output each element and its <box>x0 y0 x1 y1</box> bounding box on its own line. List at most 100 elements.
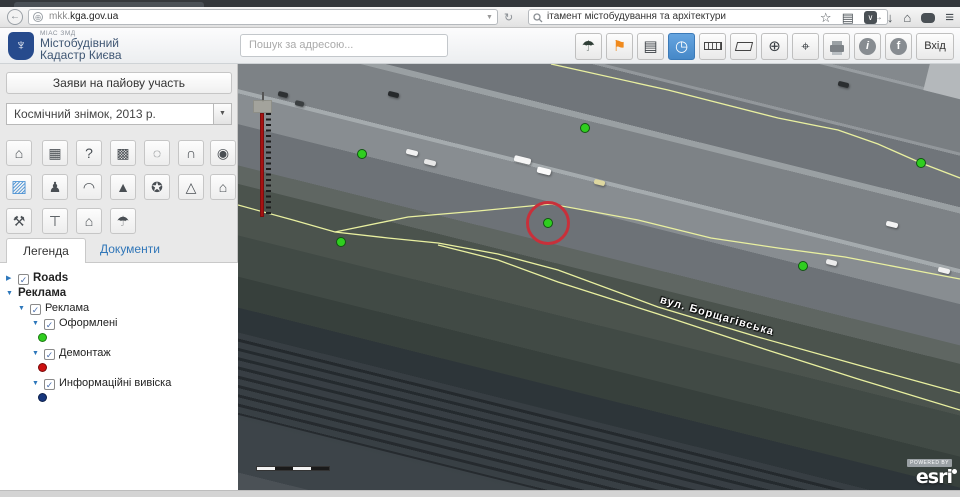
legend-swatch <box>38 363 47 372</box>
reading-list-icon[interactable]: ▤ <box>842 11 854 24</box>
measure-length-button[interactable] <box>699 33 726 60</box>
map-canvas[interactable]: вул. Борщагівська POWERED BY esri <box>238 64 960 490</box>
download-icon[interactable]: ↓ <box>887 11 894 24</box>
tool-shop[interactable]: ⌂ <box>210 174 236 200</box>
chat-icon[interactable] <box>921 13 935 23</box>
tool-tent-icon: △ <box>186 179 197 196</box>
legend-panel: ▶✓Roads▼Реклама▼✓Реклама▼✓Оформлені▼✓Дем… <box>0 263 238 490</box>
zoom-slider-thumb[interactable] <box>253 100 272 113</box>
print-button[interactable] <box>823 33 850 60</box>
measure-area-icon <box>734 42 752 51</box>
reload-icon[interactable]: ↻ <box>504 11 513 24</box>
tool-street-umbrella[interactable]: ☂ <box>110 208 136 234</box>
layer-checkbox[interactable]: ✓ <box>44 349 55 360</box>
crosshair-button[interactable]: ⌖ <box>792 33 819 60</box>
orange-marker-button[interactable]: ⚑ <box>606 33 633 60</box>
advert-point[interactable] <box>917 159 926 168</box>
basemap-select[interactable]: Космічний знімок, 2013 р. ▼ <box>6 103 232 125</box>
tool-kiosk-2[interactable]: ⌂ <box>76 208 102 234</box>
share-participation-button[interactable]: Заяви на пайову участь <box>6 72 232 94</box>
facebook-button[interactable]: f <box>885 33 912 60</box>
tree-arrow-icon[interactable]: ▼ <box>32 376 44 391</box>
advert-point[interactable] <box>544 219 553 228</box>
advert-point[interactable] <box>337 238 346 247</box>
info-button[interactable]: i <box>854 33 881 60</box>
cadastre-line <box>238 204 960 279</box>
tree-arrow-icon[interactable]: ▼ <box>18 301 30 316</box>
zoom-slider-track[interactable] <box>260 113 264 217</box>
clipboard-button[interactable]: ▤ <box>637 33 664 60</box>
tool-obelisk[interactable]: ▲ <box>110 174 136 200</box>
menu-icon[interactable]: ≡ <box>945 10 954 25</box>
tree-arrow-icon[interactable]: ▼ <box>32 316 44 331</box>
tree-arrow-icon[interactable]: ▼ <box>6 286 18 301</box>
legend-layer-row: ▼✓ Демонтаж <box>0 346 238 361</box>
tool-tent[interactable]: △ <box>178 174 204 200</box>
browser-action-icons: ☆ ▤ ∨ ↓ ⌂ ≡ <box>820 7 954 28</box>
tool-kiosk[interactable]: ⌂ <box>6 140 32 166</box>
layer-label[interactable]: Демонтаж <box>59 347 111 359</box>
layer-label[interactable]: Информаційні вивіска <box>59 377 171 389</box>
advert-point[interactable] <box>581 124 590 133</box>
tab-legend[interactable]: Легенда <box>6 238 86 263</box>
tool-map-layers[interactable]: ▨ <box>6 174 32 200</box>
navigation-compass-button[interactable]: ◷ <box>668 33 695 60</box>
home-icon[interactable]: ⌂ <box>903 11 911 24</box>
basemap-dropdown-icon[interactable]: ▼ <box>213 104 231 124</box>
layer-label[interactable]: Roads <box>33 272 68 284</box>
login-button[interactable]: Вхід <box>916 33 954 60</box>
app-logo: ♆ <box>8 32 34 60</box>
tool-selection[interactable]: ◌ <box>144 140 170 166</box>
search-icon <box>533 13 543 23</box>
layer-label[interactable]: Реклама <box>18 287 66 299</box>
app-brand: МІАС ЗМД Містобудівний Кадастр Києва <box>40 30 122 61</box>
tree-arrow-icon[interactable]: ▼ <box>32 346 44 361</box>
tool-arch-icon: ∩ <box>186 145 196 161</box>
bookmark-star-icon[interactable]: ☆ <box>820 11 832 24</box>
scale-bar-segment <box>275 467 293 470</box>
layer-checkbox[interactable]: ✓ <box>30 304 41 315</box>
tool-buildings-icon: ▦ <box>48 145 61 162</box>
tool-education[interactable]: ◠ <box>76 174 102 200</box>
basemap-value: Космічний знімок, 2013 р. <box>14 107 156 121</box>
zoom-slider[interactable] <box>252 92 276 220</box>
scale-bar-segment <box>257 467 275 470</box>
tool-buildings[interactable]: ▦ <box>42 140 68 166</box>
app-header: ♆ МІАС ЗМД Містобудівний Кадастр Києва П… <box>0 28 960 64</box>
url-dropdown-icon[interactable]: ▼ <box>486 14 493 21</box>
map-toolbar: ☂⚑▤◷ ⊕⌖ ifВхід <box>575 32 954 60</box>
tool-monuments[interactable]: ♟ <box>42 174 68 200</box>
tool-badge[interactable]: ✪ <box>144 174 170 200</box>
tool-construction[interactable]: ⚒ <box>6 208 32 234</box>
tab-documents[interactable]: Документи <box>100 242 160 256</box>
url-bar[interactable]: ⊕mkk.kga.gov.ua <box>28 9 498 25</box>
tool-billboard[interactable]: ⊤ <box>42 208 68 234</box>
tool-rings-icon: ◉ <box>217 145 229 162</box>
advert-point[interactable] <box>358 150 367 159</box>
brand-title-2: Кадастр Києва <box>40 49 122 61</box>
pocket-icon[interactable]: ∨ <box>864 11 877 24</box>
back-button[interactable]: ← <box>7 9 23 25</box>
globe-button[interactable]: ⊕ <box>761 33 788 60</box>
url-prefix: mkk. <box>49 11 70 22</box>
layer-label[interactable]: Оформлені <box>59 317 117 329</box>
tree-arrow-icon[interactable]: ▶ <box>6 271 18 286</box>
address-search-input[interactable]: Пошук за адресою... <box>240 34 448 57</box>
tool-kiosk-2-icon: ⌂ <box>85 213 93 229</box>
maf-umbrella-button[interactable]: ☂ <box>575 33 602 60</box>
tool-blocks[interactable]: ▩ <box>110 140 136 166</box>
layer-label[interactable]: Реклама <box>45 302 89 314</box>
cadastre-line <box>335 232 960 393</box>
layer-checkbox[interactable]: ✓ <box>44 319 55 330</box>
bottom-strip <box>0 490 960 497</box>
legend-layer-row: ▶✓ Roads <box>0 271 238 286</box>
tool-arch[interactable]: ∩ <box>178 140 204 166</box>
tool-street-umbrella-icon: ☂ <box>117 213 130 230</box>
scale-bar-segment <box>293 467 311 470</box>
tool-rings[interactable]: ◉ <box>210 140 236 166</box>
advert-point[interactable] <box>799 262 808 271</box>
measure-area-button[interactable] <box>730 33 757 60</box>
layer-checkbox[interactable]: ✓ <box>44 379 55 390</box>
tool-unknown[interactable]: ? <box>76 140 102 166</box>
layer-checkbox[interactable]: ✓ <box>18 274 29 285</box>
